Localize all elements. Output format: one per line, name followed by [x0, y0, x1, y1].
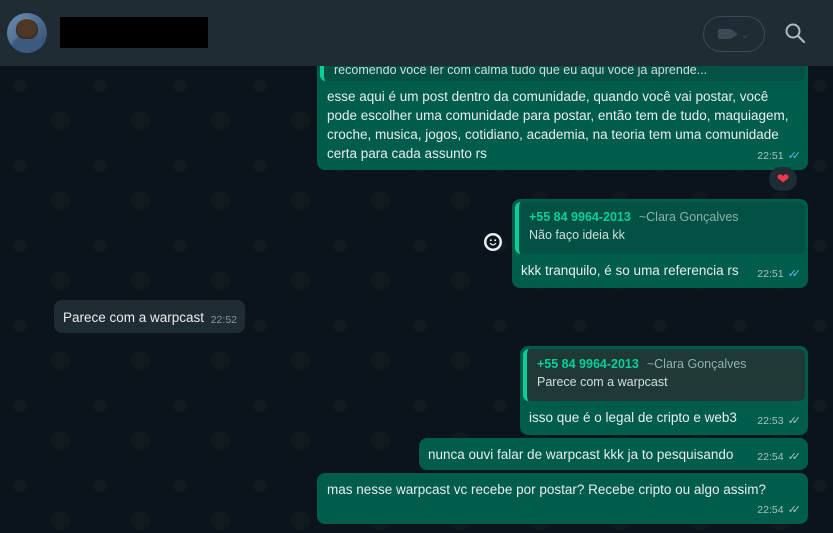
react-emoji-icon[interactable] [484, 233, 502, 251]
chevron-down-icon: ⌄ [740, 28, 750, 41]
message-text: mas nesse warpcast vc recebe por postar?… [327, 482, 766, 497]
quoted-message[interactable]: +55 84 9964-2013 ~Clara Gonçalves Não faç… [515, 202, 805, 254]
heart-reaction-icon[interactable]: ❤ [769, 167, 797, 191]
quoted-message-text: Parece com a warpcast [537, 375, 668, 389]
quoted-phone: +55 84 9964-2013 [537, 357, 639, 371]
video-camera-icon [718, 29, 739, 39]
message-meta: 22:53 ✓✓ [757, 412, 802, 431]
message-meta: 22:54 ✓✓ [757, 501, 802, 520]
quoted-phone: +55 84 9964-2013 [529, 210, 631, 224]
quoted-message-text: Não faço ideia kk [529, 228, 625, 242]
read-receipt-icon: ✓✓ [787, 150, 802, 162]
contact-avatar[interactable] [7, 13, 47, 53]
message-bubble-incoming[interactable]: Parece com a warpcast 22:52 [54, 300, 245, 333]
message-meta: 22:51 ✓✓ [757, 265, 802, 284]
quoted-message-author: +55 84 9964-2013 ~Clara Gonçalves [529, 208, 795, 226]
read-receipt-icon: ✓✓ [787, 268, 802, 280]
message-time: 22:51 [757, 150, 784, 162]
message-time: 22:53 [757, 415, 784, 427]
delivered-receipt-icon: ✓✓ [787, 415, 802, 427]
message-text: kkk tranquilo, é so uma referencia rs [521, 263, 739, 278]
avatar-portrait [16, 19, 38, 39]
quoted-name: ~Clara Gonçalves [646, 357, 747, 371]
message-bubble-outgoing[interactable]: +55 84 9964-2013 ~Clara Gonçalves Não faç… [512, 199, 808, 288]
message-text: esse aqui é um post dentro da comunidade… [327, 89, 789, 161]
message-time: 22:52 [210, 314, 237, 326]
video-call-button[interactable]: ⌄ [703, 16, 765, 52]
message-bubble-outgoing[interactable]: +55 84 9964-2013 ~Clara Gonçalves Parece … [520, 346, 808, 435]
message-text: Parece com a warpcast [63, 310, 205, 325]
delivered-receipt-icon: ✓✓ [787, 451, 802, 463]
message-meta: 22:54 ✓✓ [757, 448, 802, 467]
quoted-name: ~Clara Gonçalves [638, 210, 739, 224]
message-bubble-outgoing[interactable]: nunca ouvi falar de warpcast kkk ja to p… [419, 438, 808, 470]
search-icon[interactable] [784, 22, 806, 44]
delivered-receipt-icon: ✓✓ [787, 504, 802, 516]
quoted-message[interactable]: +55 84 9964-2013 ~Clara Gonçalves Parece … [523, 349, 805, 401]
message-bubble-outgoing[interactable]: mas nesse warpcast vc recebe por postar?… [317, 473, 808, 524]
chat-header: ⌄ [0, 0, 833, 66]
message-text: nunca ouvi falar de warpcast kkk ja to p… [428, 447, 734, 462]
message-time: 22:51 [757, 268, 784, 280]
message-time: 22:54 [757, 451, 784, 463]
message-time: 22:54 [757, 504, 784, 516]
message-text: isso que é o legal de cripto e web3 [529, 410, 737, 425]
smiley-icon [486, 235, 500, 249]
redacted-contact-name[interactable] [60, 17, 208, 48]
quoted-message-author: +55 84 9964-2013 ~Clara Gonçalves [537, 355, 795, 373]
message-meta: 22:51 ✓✓ [757, 147, 802, 166]
